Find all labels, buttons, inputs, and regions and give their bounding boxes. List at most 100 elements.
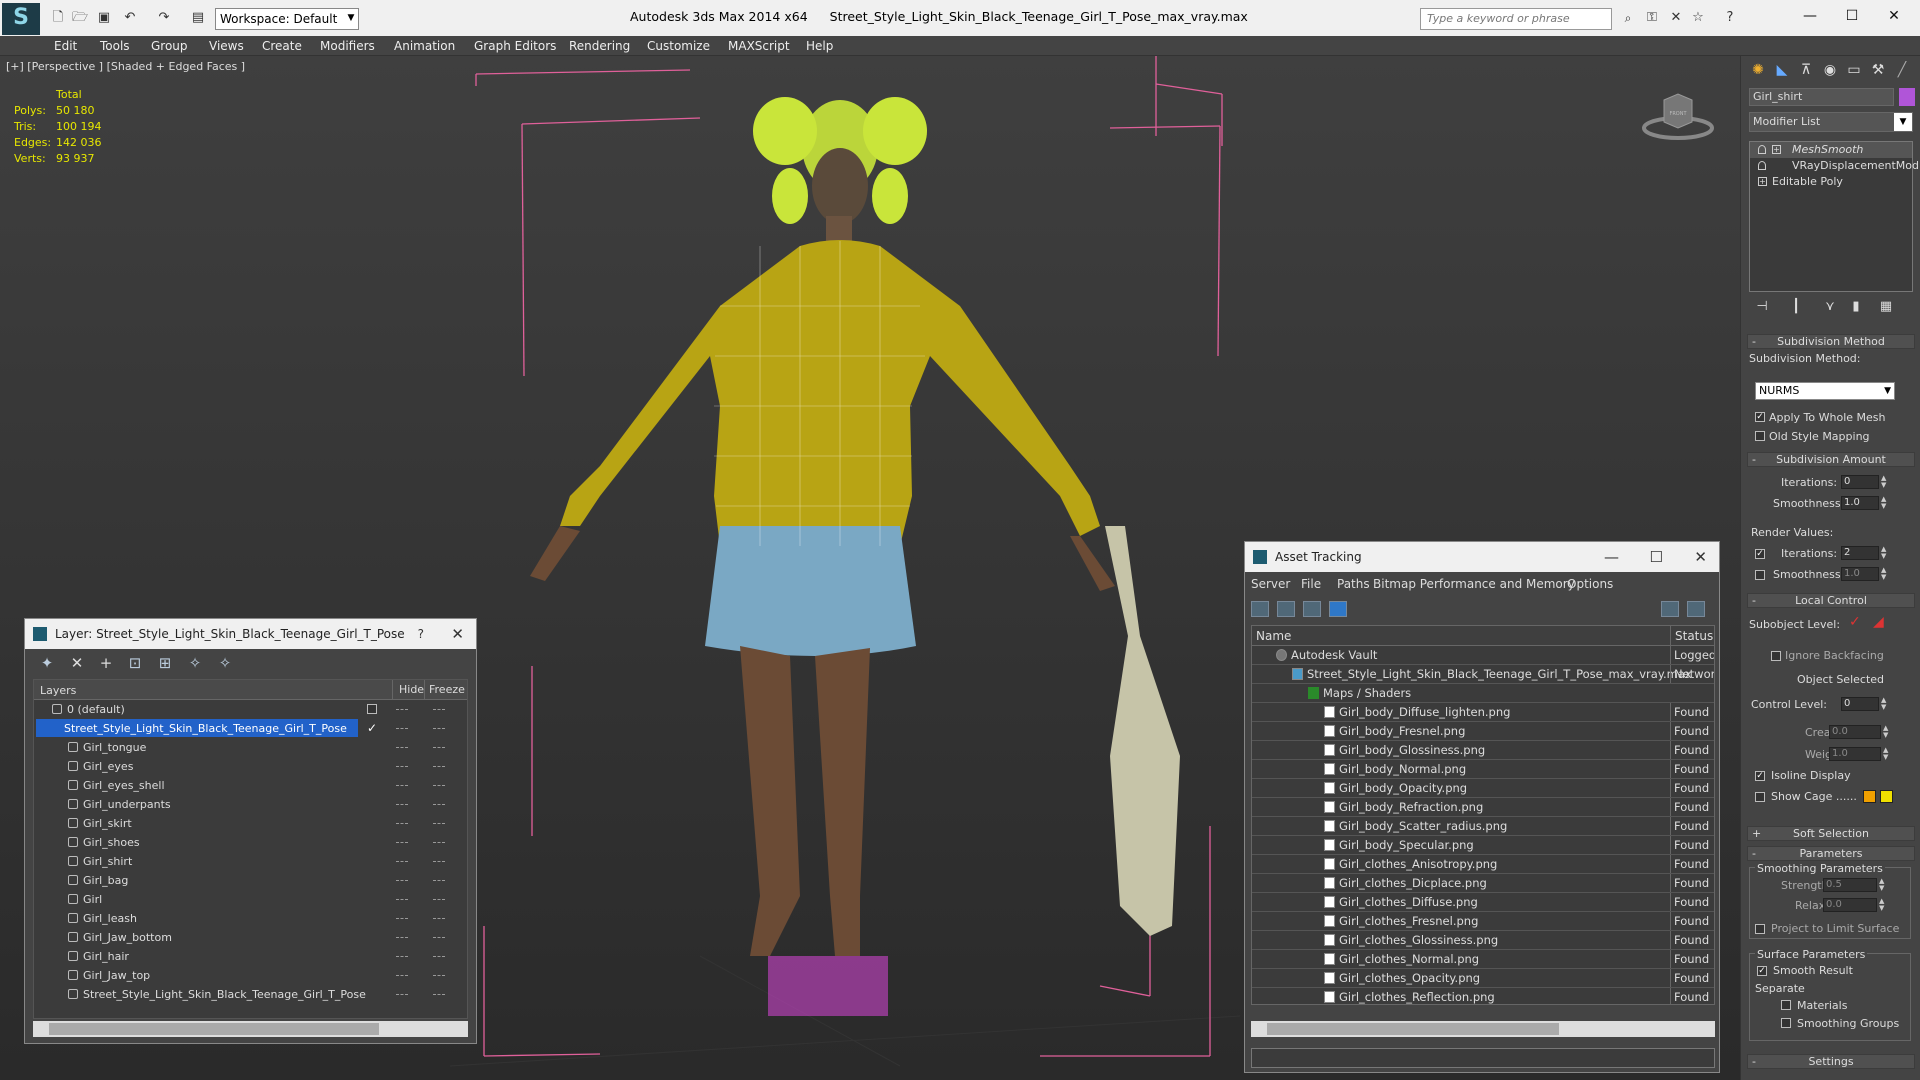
- render-smoothness-checkbox[interactable]: [1755, 570, 1765, 580]
- asset-row[interactable]: Girl_clothes_Fresnel.png Found: [1252, 912, 1714, 931]
- panel-expand-icon[interactable]: ╱: [1891, 60, 1913, 80]
- freeze-toggle[interactable]: [433, 956, 445, 957]
- asset-row[interactable]: Maps / Shaders: [1252, 684, 1714, 703]
- binoculars-icon[interactable]: ⌕: [1620, 10, 1636, 26]
- asset-row[interactable]: Girl_body_Glossiness.png Found: [1252, 741, 1714, 760]
- hide-toggle[interactable]: [396, 728, 408, 729]
- render-iterations-spinner[interactable]: 2: [1841, 546, 1879, 560]
- hide-toggle[interactable]: [396, 804, 408, 805]
- apply-whole-mesh-checkbox[interactable]: ✓: [1755, 412, 1765, 422]
- asset-window-title-bar[interactable]: Asset Tracking — ☐ ✕: [1245, 542, 1719, 572]
- asset-row[interactable]: Girl_clothes_Dicplace.png Found: [1252, 874, 1714, 893]
- freeze-toggle[interactable]: [433, 937, 445, 938]
- lightbulb-icon[interactable]: [1758, 161, 1766, 170]
- vertex-level-icon[interactable]: ✓: [1849, 614, 1861, 630]
- layer-row[interactable]: Street_Style_Light_Skin_Black_Teenage_Gi…: [34, 719, 467, 738]
- expand-icon[interactable]: +: [1772, 145, 1781, 154]
- layer-row[interactable]: Girl_leash: [34, 909, 467, 928]
- show-end-result-icon[interactable]: ┃: [1787, 298, 1805, 316]
- layer-window-title-bar[interactable]: Layer: Street_Style_Light_Skin_Black_Tee…: [25, 619, 476, 649]
- layer-row[interactable]: Girl_Jaw_top: [34, 966, 467, 985]
- asset-row[interactable]: Girl_body_Scatter_radius.png Found: [1252, 817, 1714, 836]
- edge-level-icon[interactable]: ◢: [1873, 614, 1884, 630]
- strength-spinner[interactable]: 0.5: [1823, 878, 1877, 892]
- hierarchy-tab-icon[interactable]: ⊼: [1795, 60, 1817, 80]
- col-hide[interactable]: Hide: [392, 680, 424, 700]
- help-icon[interactable]: [1661, 601, 1679, 617]
- hide-toggle[interactable]: [396, 975, 408, 976]
- object-color-swatch[interactable]: [1899, 88, 1915, 106]
- freeze-toggle[interactable]: [433, 880, 445, 881]
- spinner-arrows-icon[interactable]: ▲ ▼: [1879, 898, 1887, 912]
- layer-row[interactable]: Girl_skirt: [34, 814, 467, 833]
- freeze-toggle[interactable]: [433, 975, 445, 976]
- refresh-icon[interactable]: [1251, 601, 1269, 617]
- asset-row[interactable]: Girl_clothes_Glossiness.png Found: [1252, 931, 1714, 950]
- ignore-backfacing-checkbox[interactable]: [1771, 651, 1781, 661]
- maximize-button[interactable]: ☐: [1650, 542, 1663, 572]
- freeze-toggle[interactable]: [433, 899, 445, 900]
- asset-menu-options[interactable]: Options: [1567, 577, 1613, 591]
- undo-icon[interactable]: ↶: [122, 10, 138, 26]
- menu-graph-editors[interactable]: Graph Editors: [474, 39, 556, 53]
- asset-row[interactable]: Autodesk Vault Logged O: [1252, 646, 1714, 665]
- cage-color-swatch[interactable]: [1863, 790, 1876, 803]
- asset-row[interactable]: Girl_body_Refraction.png Found: [1252, 798, 1714, 817]
- spinner-arrows-icon[interactable]: ▲ ▼: [1881, 567, 1889, 581]
- lightbulb-icon[interactable]: [1758, 145, 1766, 154]
- keyword-search-input[interactable]: Type a keyword or phrase: [1420, 8, 1612, 30]
- col-layers[interactable]: Layers: [40, 684, 76, 697]
- relax-spinner[interactable]: 0.0: [1823, 898, 1877, 912]
- hide-toggle[interactable]: [396, 956, 408, 957]
- freeze-toggle[interactable]: [433, 804, 445, 805]
- star-icon[interactable]: ☆: [1690, 10, 1706, 26]
- asset-row[interactable]: Girl_clothes_Reflection.png Found: [1252, 988, 1714, 1004]
- subdivision-method-select[interactable]: NURMS ▼: [1755, 382, 1895, 400]
- freeze-toggle[interactable]: [433, 842, 445, 843]
- materials-checkbox[interactable]: [1781, 1000, 1791, 1010]
- asset-row[interactable]: Street_Style_Light_Skin_Black_Teenage_Gi…: [1252, 665, 1714, 684]
- render-smoothness-spinner[interactable]: 1.0: [1841, 567, 1879, 581]
- help-icon[interactable]: ?: [1722, 10, 1738, 26]
- stack-item[interactable]: VRayDisplacementMod: [1750, 158, 1919, 174]
- hide-toggle[interactable]: [396, 823, 408, 824]
- hide-toggle[interactable]: [396, 842, 408, 843]
- modifier-list-dropdown[interactable]: Modifier List ▼: [1749, 112, 1913, 132]
- asset-row[interactable]: Girl_body_Diffuse_lighten.png Found: [1252, 703, 1714, 722]
- settings-icon[interactable]: [1687, 601, 1705, 617]
- render-iterations-checkbox[interactable]: ✓: [1755, 549, 1765, 559]
- rollout-soft-selection[interactable]: + Soft Selection: [1747, 826, 1915, 841]
- isoline-display-checkbox[interactable]: ✓: [1755, 771, 1765, 781]
- hide-toggle[interactable]: [396, 785, 408, 786]
- asset-row[interactable]: Girl_body_Normal.png Found: [1252, 760, 1714, 779]
- menu-rendering[interactable]: Rendering: [569, 39, 630, 53]
- hide-toggle[interactable]: [396, 937, 408, 938]
- freeze-toggle[interactable]: [433, 747, 445, 748]
- hide-toggle[interactable]: [396, 899, 408, 900]
- iterations-spinner[interactable]: 0: [1841, 475, 1879, 489]
- menu-animation[interactable]: Animation: [394, 39, 455, 53]
- hide-all-icon[interactable]: ✧: [185, 654, 205, 672]
- asset-row[interactable]: Girl_body_Specular.png Found: [1252, 836, 1714, 855]
- configure-sets-icon[interactable]: ▦: [1877, 298, 1895, 316]
- hide-toggle[interactable]: [396, 709, 408, 710]
- stack-item[interactable]: + Editable Poly: [1750, 174, 1912, 190]
- layer-row[interactable]: Street_Style_Light_Skin_Black_Teenage_Gi…: [34, 985, 467, 1004]
- freeze-toggle[interactable]: [433, 994, 445, 995]
- layer-row[interactable]: Girl_underpants: [34, 795, 467, 814]
- layer-row[interactable]: Girl_shoes: [34, 833, 467, 852]
- asset-row[interactable]: Girl_clothes_Normal.png Found: [1252, 950, 1714, 969]
- viewport-label[interactable]: [+] [Perspective ] [Shaded + Edged Faces…: [6, 60, 245, 73]
- stack-item[interactable]: + MeshSmooth: [1750, 142, 1912, 158]
- project-limit-surface-checkbox[interactable]: [1755, 924, 1765, 934]
- menu-modifiers[interactable]: Modifiers: [320, 39, 375, 53]
- spinner-arrows-icon[interactable]: ▲ ▼: [1883, 747, 1891, 761]
- app-logo[interactable]: S: [2, 3, 40, 35]
- project-folder-icon[interactable]: ▤: [190, 10, 206, 26]
- crease-spinner[interactable]: 0.0: [1829, 725, 1881, 739]
- spinner-arrows-icon[interactable]: ▲ ▼: [1881, 475, 1889, 489]
- layer-row[interactable]: Girl_bag: [34, 871, 467, 890]
- asset-horizontal-scrollbar[interactable]: [1251, 1021, 1715, 1037]
- freeze-toggle[interactable]: [433, 766, 445, 767]
- freeze-toggle[interactable]: [433, 918, 445, 919]
